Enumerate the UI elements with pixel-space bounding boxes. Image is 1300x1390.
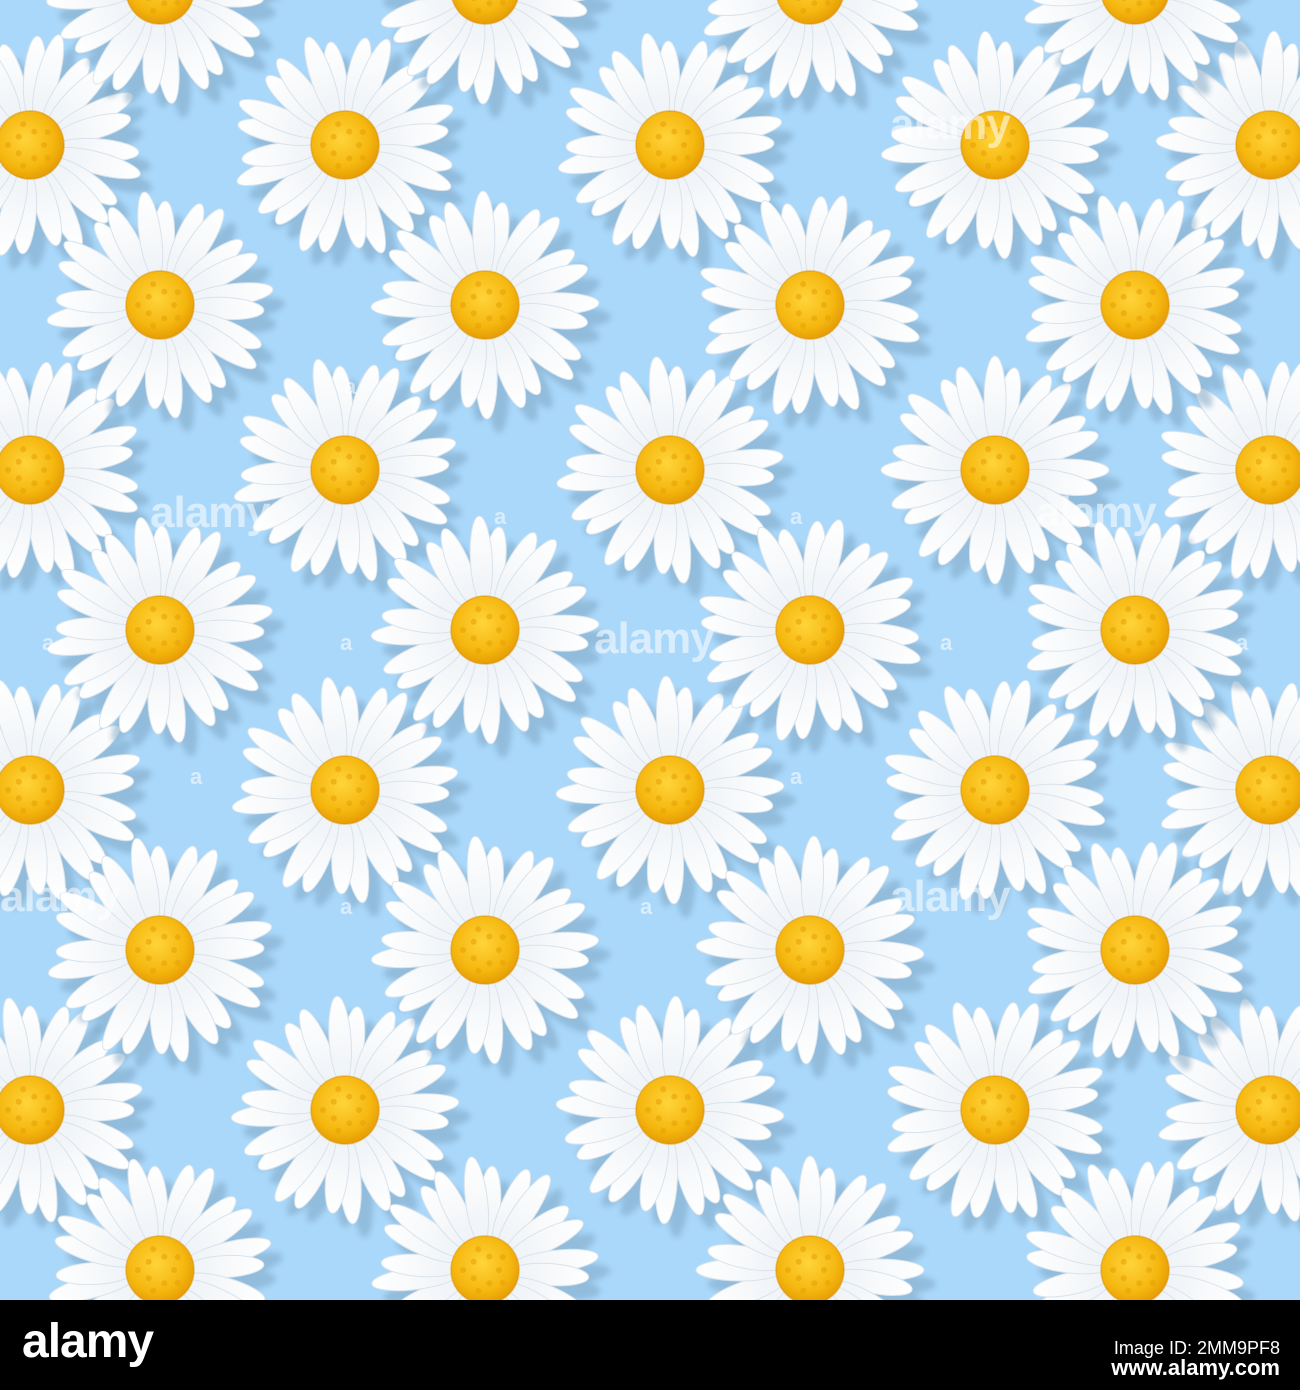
daisy-pattern-image xyxy=(0,0,1300,1300)
site-url: www.alamy.com xyxy=(1111,1355,1280,1380)
daisy-pattern-photo: alamy alamy alamy alamy alamy alamy a a … xyxy=(0,0,1300,1300)
alamy-logo: alamy xyxy=(22,1315,154,1368)
page: alamy alamy alamy alamy alamy alamy a a … xyxy=(0,0,1300,1390)
image-id-block: Image ID: 2MM9PF8 www.alamy.com xyxy=(1111,1338,1280,1380)
footer-bar: alamy Image ID: 2MM9PF8 www.alamy.com xyxy=(0,1300,1300,1390)
